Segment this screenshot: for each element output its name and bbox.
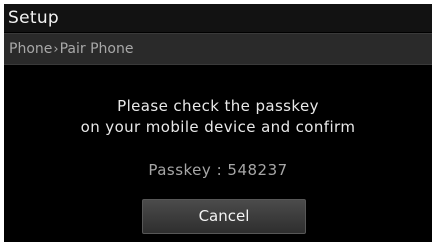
message-line-1: Please check the passkey [117, 97, 319, 115]
breadcrumb: Phone›Pair Phone [9, 34, 133, 64]
breadcrumb-item-phone: Phone [9, 41, 53, 57]
message-line-2: on your mobile device and confirm [80, 118, 356, 136]
passkey-separator: : [216, 161, 223, 179]
passkey-label: Passkey [148, 161, 212, 179]
screen: Setup Phone›Pair Phone Please check the … [0, 0, 436, 246]
cancel-button[interactable]: Cancel [142, 199, 306, 234]
breadcrumb-bar: Phone›Pair Phone [4, 33, 432, 65]
title-bar: Setup [4, 4, 432, 32]
display: Setup Phone›Pair Phone Please check the … [4, 4, 432, 242]
breadcrumb-separator: › [53, 42, 59, 57]
passkey-value: 548237 [227, 161, 288, 179]
passkey-display: Passkey : 548237 [4, 161, 432, 179]
pairing-message: Please check the passkey on your mobile … [4, 96, 432, 138]
page-title: Setup [8, 8, 59, 28]
breadcrumb-item-pair-phone: Pair Phone [59, 41, 134, 57]
